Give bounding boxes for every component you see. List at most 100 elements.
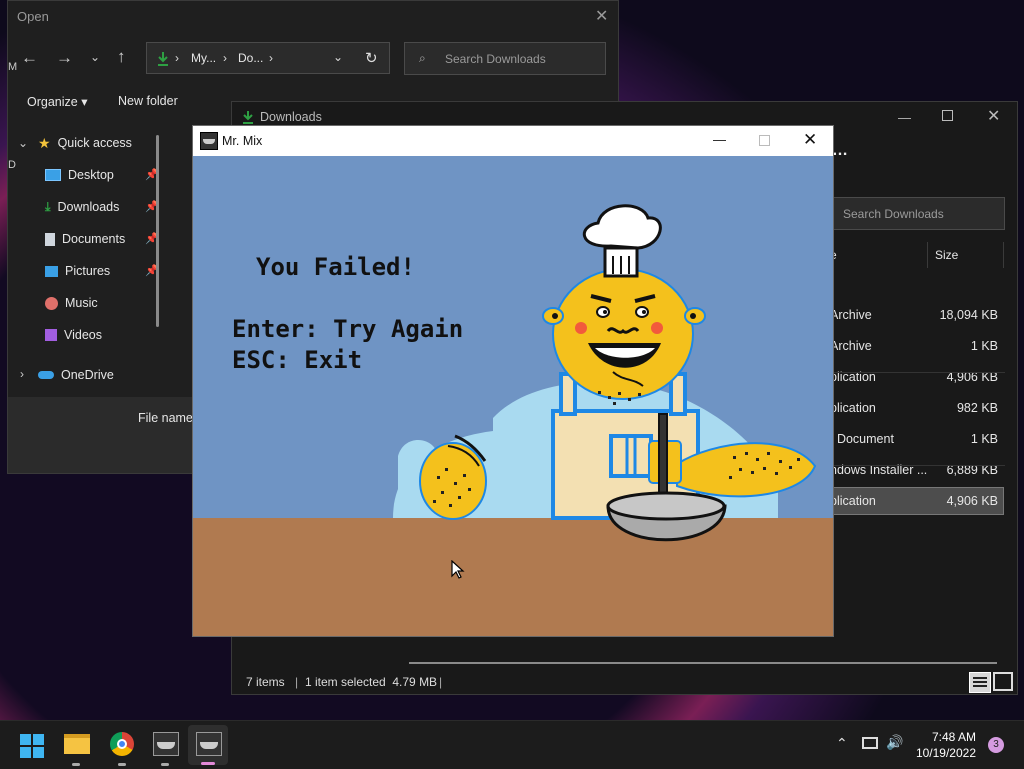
file-size: 18,094 KB [939,308,998,322]
window-title: Downloads [260,110,322,124]
app-icon [196,732,222,756]
file-type: Archive [830,339,872,353]
sidebar-item-onedrive[interactable]: OneDrive [38,361,114,389]
sidebar-item-label: Videos [64,328,102,342]
network-icon[interactable] [862,737,878,749]
game-canvas[interactable]: You Failed! Enter: Try Again ESC: Exit [193,156,833,636]
sidebar-item-label: Music [65,296,98,310]
music-icon [45,296,58,310]
table-row[interactable]: t Document 1 KB [830,426,1003,452]
sidebar-item-music[interactable]: Music [45,289,155,317]
sidebar-item-downloads[interactable]: ⤓ Downloads 📌 [45,193,159,221]
chevron-right-icon[interactable]: › [20,367,24,381]
close-icon[interactable]: ✕ [595,6,608,26]
horizontal-scrollbar[interactable] [409,662,997,664]
new-folder-button[interactable]: New folder [118,94,178,108]
document-icon [45,232,55,246]
forward-icon[interactable]: → [56,48,73,68]
file-size: 4,906 KB [946,494,998,508]
file-type: plication [830,401,876,415]
sidebar-item-documents[interactable]: Documents 📌 [45,225,159,253]
chevron-down-icon[interactable]: ⌄ [18,136,28,150]
game-window: Mr. Mix — ✕ You Failed! Enter: Try Again… [192,125,834,637]
search-icon: ⌕ [419,51,426,65]
download-icon [243,111,253,124]
group-divider [830,372,1005,373]
table-row[interactable]: plication 4,906 KB [829,487,1004,515]
start-icon[interactable] [20,734,44,758]
clock-date[interactable]: 10/19/2022 [910,746,976,760]
back-icon[interactable]: ← [21,48,38,68]
app-icon [200,132,218,150]
up-arrow-icon[interactable]: ↑ [117,47,126,67]
refresh-icon[interactable]: ↻ [365,49,378,67]
status-selection: 1 item selected 4.79 MB [305,675,438,689]
sidebar-item-label: Documents [62,232,126,246]
maximize-icon[interactable] [942,110,953,121]
download-icon: ⤓ [45,200,51,214]
tiles-view-icon[interactable] [993,672,1013,691]
sidebar-item-videos[interactable]: Videos [45,321,155,349]
table-row[interactable]: plication 4,906 KB [830,364,1003,390]
scrollbar[interactable] [156,135,159,327]
search-placeholder: Search Downloads [445,52,546,66]
file-size: 1 KB [970,339,998,353]
chevron-down-icon[interactable]: ⌄ [333,50,343,64]
fail-message: You Failed! [256,253,415,281]
taskbar: ⌃ 🔊 7:48 AM 10/19/2022 3 [0,720,1024,769]
sidebar-item-label: Quick access [57,136,132,150]
file-size: 1 KB [970,432,998,446]
app-icon[interactable] [153,732,179,756]
exit-option: ESC: Exit [232,346,363,374]
retry-option: Enter: Try Again [232,315,464,343]
table-surface [193,518,833,636]
sidebar-item-label: OneDrive [61,368,114,382]
status-item-count: 7 items [246,675,285,689]
table-row[interactable]: Archive 1 KB [830,333,1003,359]
file-type: plication [830,494,876,508]
desktop-icon [45,169,61,181]
more-options-icon[interactable]: … [832,142,848,160]
minimize-icon[interactable]: — [713,132,726,147]
volume-icon[interactable]: 🔊 [886,734,903,751]
file-type: t Document [830,432,894,446]
videos-icon [45,329,57,341]
file-explorer-icon[interactable] [64,734,90,754]
game-scene [193,204,833,636]
table-row[interactable]: ndows Installer ... 6,889 KB [830,457,1003,483]
game-titlebar: Mr. Mix — ✕ [193,126,833,156]
chrome-icon[interactable] [110,732,134,756]
breadcrumb-part[interactable]: My... [191,51,216,65]
mouse-cursor-icon [451,560,465,579]
file-name-label: File name: [138,411,197,425]
sidebar-item-pictures[interactable]: Pictures 📌 [45,257,159,285]
minimize-icon[interactable]: — [898,110,911,125]
sidebar-item-desktop[interactable]: Desktop 📌 [45,161,159,189]
breadcrumb-part[interactable]: Do... [238,51,263,65]
sidebar-item-label: Downloads [57,200,120,214]
close-icon[interactable]: ✕ [803,130,817,150]
column-header-size[interactable]: Size [935,248,958,262]
search-placeholder: Search Downloads [843,207,944,221]
download-icon [158,52,168,66]
sidebar-item-quick-access[interactable]: ★ Quick access [38,129,132,157]
table-row[interactable]: Archive 18,094 KB [830,302,1003,328]
search-input[interactable]: ⌕ Search Downloads [404,42,606,75]
notification-badge[interactable]: 3 [988,737,1004,753]
active-app-button[interactable] [188,725,228,765]
table-row[interactable]: plication 982 KB [830,395,1003,421]
chevron-up-icon[interactable]: ⌃ [836,735,848,752]
group-divider [830,465,1005,466]
details-view-icon[interactable] [969,672,991,693]
file-size: 982 KB [956,401,998,415]
organize-label: Organize [27,95,78,109]
maximize-icon[interactable] [759,135,770,146]
search-input[interactable]: Search Downloads [830,197,1005,230]
close-icon[interactable]: ✕ [987,106,1000,126]
organize-button[interactable]: Organize ▾ [27,94,87,109]
sidebar-item-label: Pictures [65,264,111,278]
chevron-down-icon[interactable]: ⌄ [90,50,100,64]
clock-time[interactable]: 7:48 AM [920,730,976,744]
address-bar[interactable]: › My... › Do... › ⌄ ↻ [146,42,390,74]
pictures-icon [45,265,58,277]
